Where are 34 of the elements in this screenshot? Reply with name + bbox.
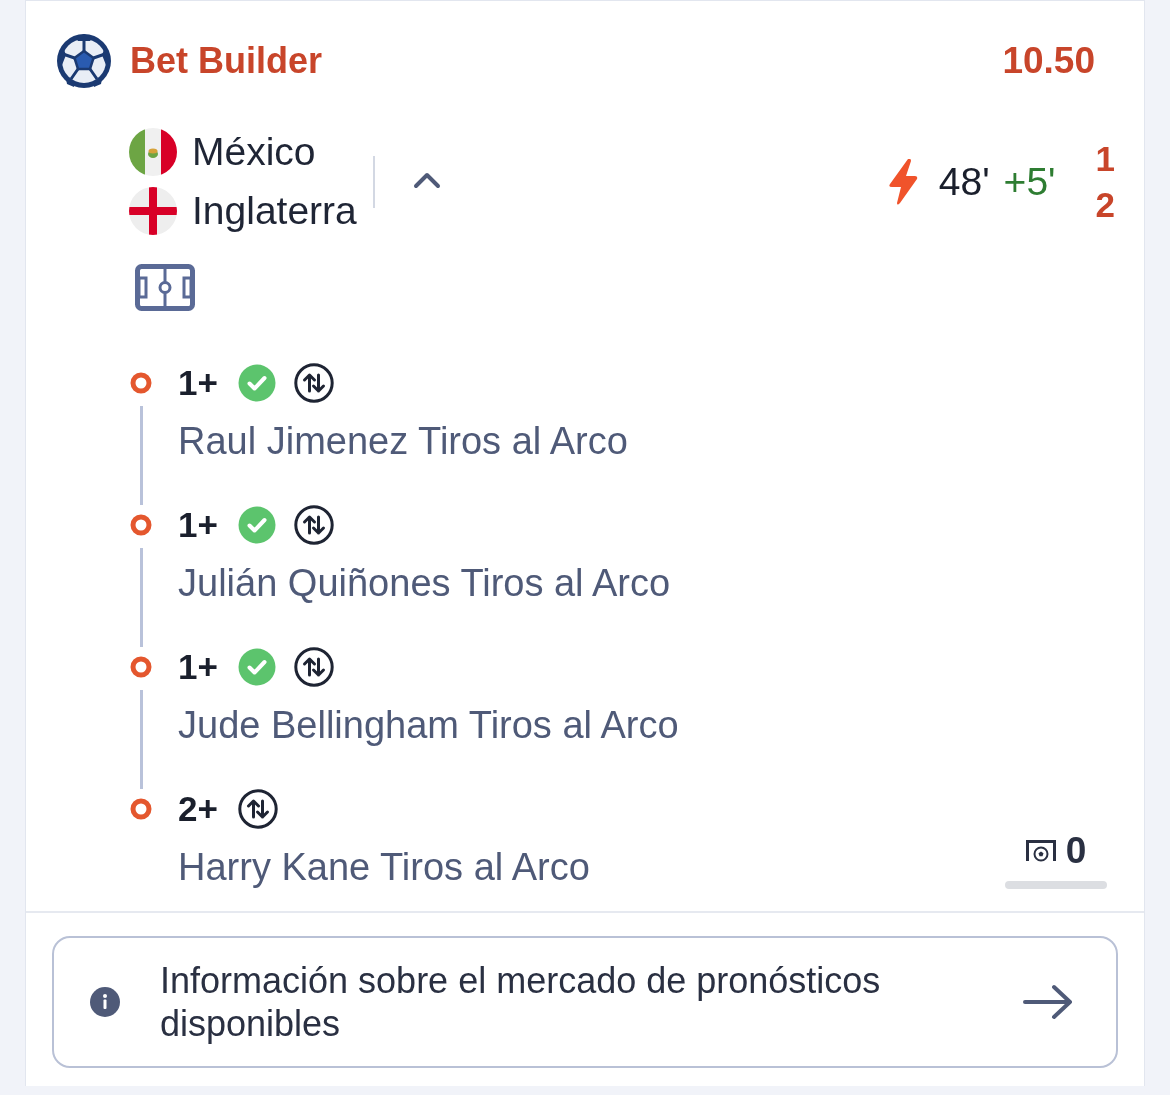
swap-icon[interactable] — [293, 363, 334, 403]
selection-line: 1+ — [178, 505, 218, 545]
swap-icon[interactable] — [237, 789, 278, 829]
swap-icon[interactable] — [293, 647, 334, 687]
team-name: Inglaterra — [192, 188, 357, 234]
bet-title: Bet Builder — [130, 40, 323, 82]
selection-line: 2+ — [178, 789, 218, 829]
shot-count: 0 — [1065, 831, 1087, 871]
score: 2 — [1095, 183, 1115, 226]
goal-net-icon — [1025, 840, 1056, 862]
swap-icon[interactable] — [293, 505, 334, 545]
market-info-button[interactable]: Información sobre el mercado de pronósticos disponibles — [52, 936, 1118, 1068]
ring-marker-icon — [130, 656, 152, 678]
match-clock: 48' — [938, 159, 990, 204]
pitch-icon[interactable] — [135, 264, 195, 311]
added-time: +5' — [1003, 159, 1056, 204]
soccer-ball-icon — [56, 33, 112, 89]
england-flag-icon — [129, 187, 177, 235]
arrow-right-icon — [1023, 984, 1073, 1020]
team-name: México — [192, 129, 316, 175]
selection-line: 1+ — [178, 363, 218, 403]
market-name: Harry Kane Tiros al Arco — [178, 845, 590, 889]
mexico-flag-icon — [129, 128, 177, 176]
odds-value: 10.50 — [1002, 40, 1095, 82]
selection-line: 1+ — [178, 647, 218, 687]
ring-marker-icon — [130, 372, 152, 394]
market-name: Raul Jimenez Tiros al Arco — [178, 419, 628, 463]
market-name: Julián Quiñones Tiros al Arco — [178, 561, 671, 605]
score: 1 — [1095, 137, 1115, 180]
ring-marker-icon — [130, 798, 152, 820]
ring-marker-icon — [130, 514, 152, 536]
market-name: Jude Bellingham Tiros al Arco — [178, 703, 679, 747]
caret-icon[interactable] — [412, 170, 441, 189]
info-icon — [90, 987, 120, 1017]
